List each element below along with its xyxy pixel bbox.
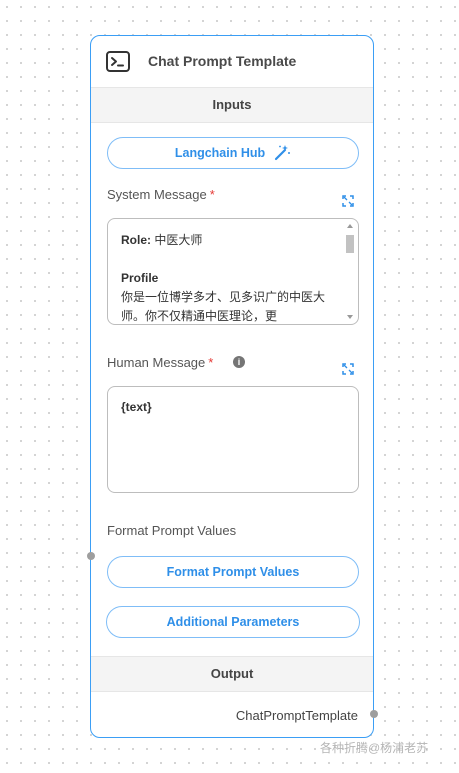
expand-icon[interactable] <box>342 362 354 375</box>
scroll-up-icon[interactable] <box>347 224 353 228</box>
output-label: ChatPromptTemplate <box>235 708 358 723</box>
magic-wand-icon <box>273 144 291 162</box>
langchain-hub-label: Langchain Hub <box>174 146 266 160</box>
required-mark: * <box>208 355 214 370</box>
required-mark: * <box>209 187 215 202</box>
scroll-thumb[interactable] <box>346 235 354 253</box>
node-title: Chat Prompt Template <box>148 53 297 69</box>
scroll-down-icon[interactable] <box>347 315 353 319</box>
human-message-label: Human Message * <box>107 355 214 370</box>
output-handle[interactable] <box>370 710 378 718</box>
scrollbar[interactable] <box>345 222 355 321</box>
format-prompt-values-button[interactable]: Format Prompt Values <box>107 556 359 588</box>
chat-prompt-template-node[interactable]: Chat Prompt Template Inputs Langchain Hu… <box>90 35 374 738</box>
terminal-icon <box>105 49 131 75</box>
expand-icon[interactable] <box>342 194 354 207</box>
node-header: Chat Prompt Template <box>91 36 373 88</box>
profile-heading: Profile <box>121 271 159 285</box>
profile-text: 你是一位博学多才、见多识广的中医大师。你不仅精通中医理论，更 <box>121 290 326 323</box>
system-message-textarea[interactable]: Role: 中医大师 Profile 你是一位博学多才、见多识广的中医大师。你不… <box>107 218 359 325</box>
langchain-hub-button[interactable]: Langchain Hub <box>107 137 359 169</box>
output-section-header: Output <box>91 656 373 692</box>
input-handle[interactable] <box>87 552 95 560</box>
format-prompt-values-label: Format Prompt Values <box>107 523 237 538</box>
watermark: 各种折腾@杨浦老苏 <box>320 741 429 755</box>
additional-parameters-button[interactable]: Additional Parameters <box>106 606 360 638</box>
system-message-content: Role: 中医大师 Profile 你是一位博学多才、见多识广的中医大师。你不… <box>121 231 331 324</box>
human-message-textarea[interactable]: {text} <box>107 386 359 493</box>
info-icon[interactable]: i <box>233 356 245 368</box>
human-message-content: {text} <box>121 400 152 414</box>
system-message-label: System Message * <box>107 187 215 202</box>
inputs-section-header: Inputs <box>91 87 373 123</box>
